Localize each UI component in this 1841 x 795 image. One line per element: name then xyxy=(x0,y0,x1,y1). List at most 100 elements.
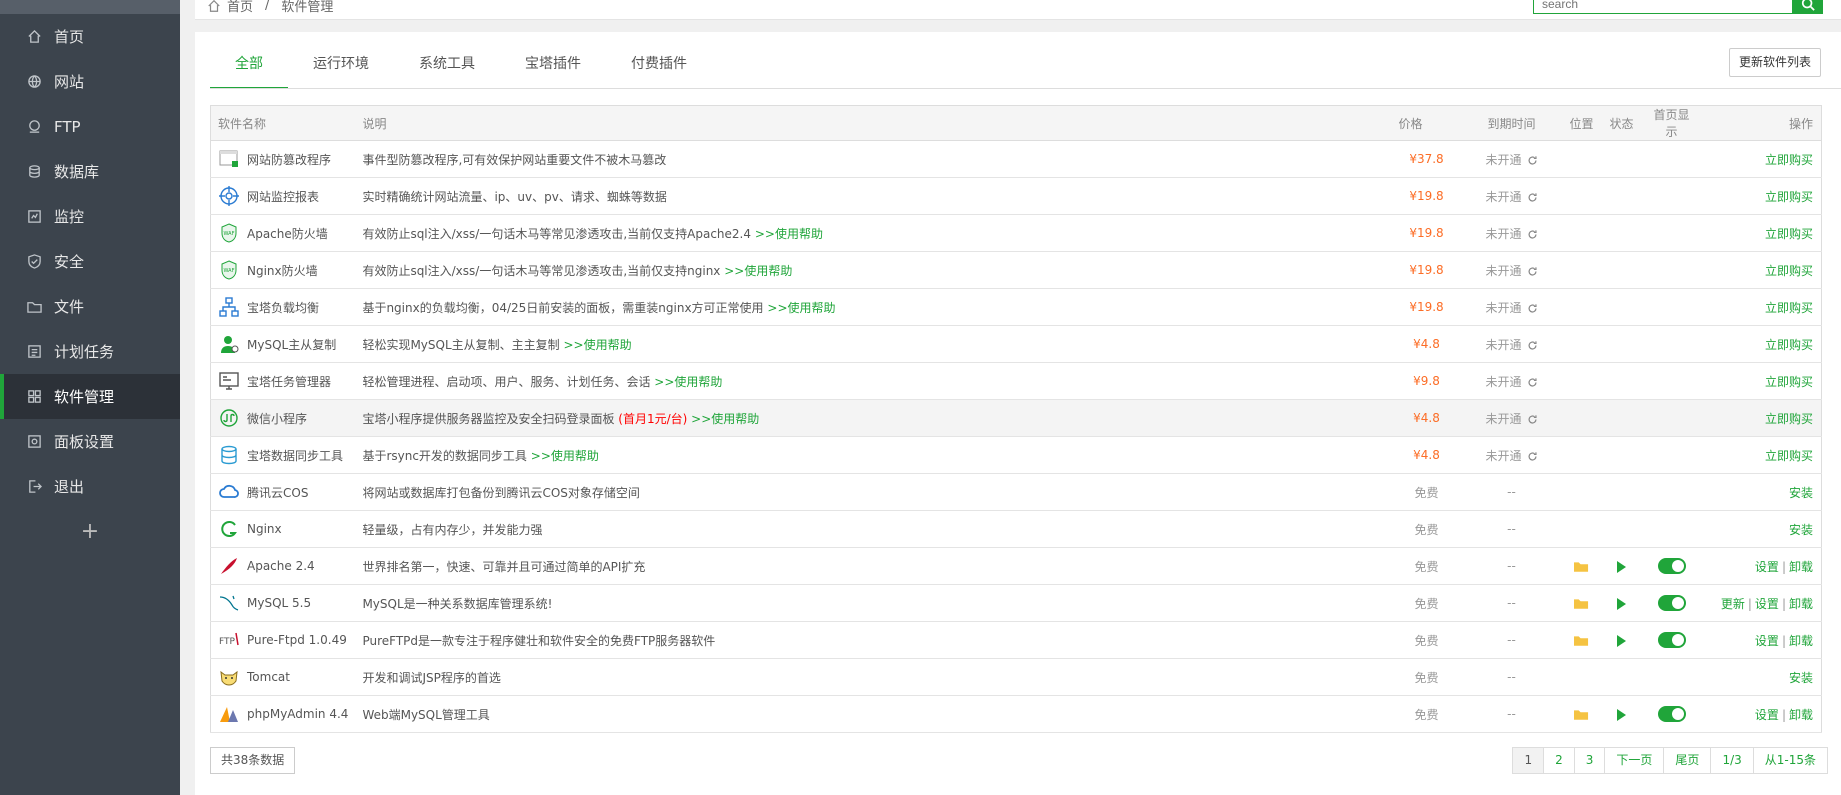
action-buy-link[interactable]: 立即购买 xyxy=(1765,375,1813,389)
sidebar-item-monitor[interactable]: 监控 xyxy=(0,194,180,239)
sidebar-item-security[interactable]: 安全 xyxy=(0,239,180,284)
sidebar-item-panel-settings[interactable]: 面板设置 xyxy=(0,419,180,464)
software-name[interactable]: MySQL 5.5 xyxy=(247,596,311,610)
table-row: Nginx 轻量级，占有内存少，并发能力强 免费 -- 安装 xyxy=(210,510,1822,548)
help-link[interactable]: >>使用帮助 xyxy=(654,375,722,389)
action-buy-link[interactable]: 立即购买 xyxy=(1765,449,1813,463)
action-update-link[interactable]: 更新 xyxy=(1721,597,1745,611)
page-2[interactable]: 2 xyxy=(1543,748,1574,773)
sidebar-item-website[interactable]: 网站 xyxy=(0,59,180,104)
search-input[interactable] xyxy=(1533,0,1793,14)
action-settings-link[interactable]: 设置 xyxy=(1755,708,1779,722)
refresh-icon[interactable] xyxy=(1527,266,1538,277)
page-indicator: 1/3 xyxy=(1710,748,1752,773)
folder-open-icon[interactable] xyxy=(1574,635,1589,647)
sidebar-item-home[interactable]: 首页 xyxy=(0,14,180,59)
action-uninstall-link[interactable]: 卸载 xyxy=(1789,708,1813,722)
software-name[interactable]: 微信小程序 xyxy=(247,410,307,427)
action-uninstall-link[interactable]: 卸载 xyxy=(1789,597,1813,611)
software-name[interactable]: Apache 2.4 xyxy=(247,559,315,573)
refresh-icon[interactable] xyxy=(1527,192,1538,203)
action-settings-link[interactable]: 设置 xyxy=(1755,560,1779,574)
sidebar-item-cron[interactable]: 计划任务 xyxy=(0,329,180,374)
refresh-icon[interactable] xyxy=(1527,451,1538,462)
tab-system-tools[interactable]: 系统工具 xyxy=(394,49,500,89)
sidebar-item-files[interactable]: 文件 xyxy=(0,284,180,329)
tab-bt-plugins[interactable]: 宝塔插件 xyxy=(500,49,606,89)
sidebar-item-ftp[interactable]: FTP xyxy=(0,104,180,149)
software-name[interactable]: 宝塔数据同步工具 xyxy=(247,447,343,464)
software-name[interactable]: 宝塔负载均衡 xyxy=(247,299,319,316)
action-settings-link[interactable]: 设置 xyxy=(1755,597,1779,611)
software-name[interactable]: MySQL主从复制 xyxy=(247,336,336,353)
software-name[interactable]: Nginx xyxy=(247,522,282,536)
sidebar-item-software[interactable]: 软件管理 xyxy=(0,374,180,419)
page-3[interactable]: 3 xyxy=(1573,748,1605,773)
software-name[interactable]: 网站防篡改程序 xyxy=(247,151,331,168)
running-status-icon[interactable] xyxy=(1617,708,1626,721)
folder-open-icon[interactable] xyxy=(1574,598,1589,610)
software-name[interactable]: Apache防火墙 xyxy=(247,225,328,242)
running-status-icon[interactable] xyxy=(1617,560,1626,573)
next-page[interactable]: 下一页 xyxy=(1604,748,1663,773)
folder-open-icon[interactable] xyxy=(1574,561,1589,573)
help-link[interactable]: >>使用帮助 xyxy=(767,301,835,315)
refresh-icon[interactable] xyxy=(1527,340,1538,351)
table-row: 腾讯云COS 将网站或数据库打包备份到腾讯云COS对象存储空间 免费 -- 安装 xyxy=(210,473,1822,511)
col-name[interactable]: 软件名称 xyxy=(210,105,356,141)
homepage-display-toggle[interactable] xyxy=(1657,595,1686,611)
homepage-display-toggle[interactable] xyxy=(1657,632,1686,648)
refresh-icon[interactable] xyxy=(1527,414,1538,425)
refresh-icon[interactable] xyxy=(1527,155,1538,166)
software-name[interactable]: 宝塔任务管理器 xyxy=(247,373,331,390)
tab-all[interactable]: 全部 xyxy=(210,49,288,89)
software-name[interactable]: Tomcat xyxy=(247,670,290,684)
help-link[interactable]: >>使用帮助 xyxy=(563,338,631,352)
action-uninstall-link[interactable]: 卸载 xyxy=(1789,634,1813,648)
refresh-icon[interactable] xyxy=(1527,377,1538,388)
action-install-link[interactable]: 安装 xyxy=(1789,486,1813,500)
breadcrumb-home[interactable]: 首页 xyxy=(227,0,253,15)
action-settings-link[interactable]: 设置 xyxy=(1755,634,1779,648)
help-link[interactable]: >>使用帮助 xyxy=(755,227,823,241)
software-name[interactable]: 网站监控报表 xyxy=(247,188,319,205)
add-menu-button[interactable]: + xyxy=(0,515,180,549)
refresh-icon[interactable] xyxy=(1527,229,1538,240)
home-icon xyxy=(28,29,41,43)
software-name[interactable]: 腾讯云COS xyxy=(247,484,308,501)
breadcrumb: 首页 / 软件管理 xyxy=(207,0,333,15)
software-name[interactable]: Pure-Ftpd 1.0.49 xyxy=(247,633,347,647)
software-name[interactable]: phpMyAdmin 4.4 xyxy=(247,707,348,721)
help-link[interactable]: >>使用帮助 xyxy=(691,412,759,426)
tab-runtime[interactable]: 运行环境 xyxy=(288,49,394,89)
table-row: WAF Apache防火墙 有效防止sql注入/xss/一句话木马等常见渗透攻击,… xyxy=(210,214,1822,252)
action-buy-link[interactable]: 立即购买 xyxy=(1765,412,1813,426)
running-status-icon[interactable] xyxy=(1617,634,1626,647)
software-name[interactable]: Nginx防火墙 xyxy=(247,262,318,279)
page-1[interactable]: 1 xyxy=(1513,748,1544,773)
folder-open-icon[interactable] xyxy=(1574,709,1589,721)
action-install-link[interactable]: 安装 xyxy=(1789,523,1813,537)
sidebar-item-database[interactable]: 数据库 xyxy=(0,149,180,194)
sidebar-item-logout[interactable]: 退出 xyxy=(0,464,180,509)
help-link[interactable]: >>使用帮助 xyxy=(724,264,792,278)
action-install-link[interactable]: 安装 xyxy=(1789,671,1813,685)
update-software-list-button[interactable]: 更新软件列表 xyxy=(1728,48,1821,77)
homepage-display-toggle[interactable] xyxy=(1657,706,1686,722)
svg-text:WAF: WAF xyxy=(224,231,235,237)
help-link[interactable]: >>使用帮助 xyxy=(531,449,599,463)
monitor-report-icon xyxy=(218,185,240,207)
action-buy-link[interactable]: 立即购买 xyxy=(1765,227,1813,241)
action-buy-link[interactable]: 立即购买 xyxy=(1765,153,1813,167)
action-buy-link[interactable]: 立即购买 xyxy=(1765,301,1813,315)
homepage-display-toggle[interactable] xyxy=(1657,558,1686,574)
last-page[interactable]: 尾页 xyxy=(1663,748,1710,773)
action-uninstall-link[interactable]: 卸载 xyxy=(1789,560,1813,574)
search-button[interactable] xyxy=(1793,0,1823,14)
action-buy-link[interactable]: 立即购买 xyxy=(1765,190,1813,204)
refresh-icon[interactable] xyxy=(1527,303,1538,314)
action-buy-link[interactable]: 立即购买 xyxy=(1765,264,1813,278)
tab-paid-plugins[interactable]: 付费插件 xyxy=(606,49,712,89)
action-buy-link[interactable]: 立即购买 xyxy=(1765,338,1813,352)
running-status-icon[interactable] xyxy=(1617,597,1626,610)
